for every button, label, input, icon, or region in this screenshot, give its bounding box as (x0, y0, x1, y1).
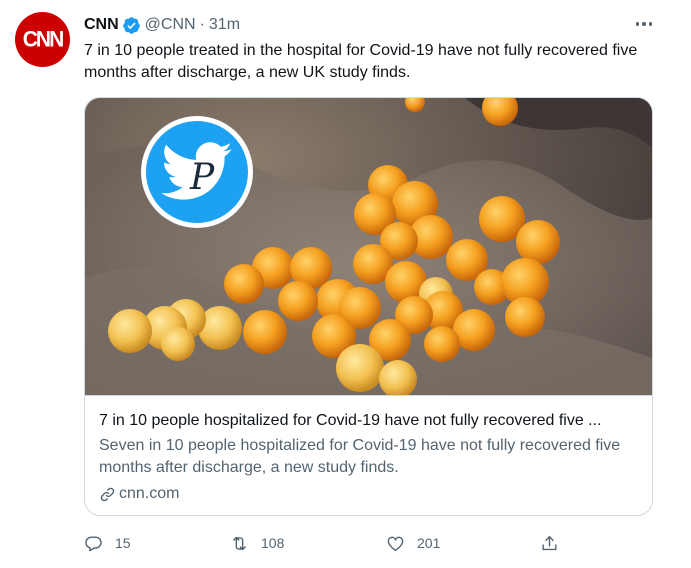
tweet-header: CNN @CNN · 31m (84, 14, 240, 36)
tweet-actions: 15 108 201 (84, 530, 564, 556)
card-domain[interactable]: cnn.com (99, 483, 179, 505)
twitter-bird-watermark: P (141, 116, 253, 228)
author-handle[interactable]: @CNN (145, 16, 196, 34)
more-icon[interactable] (630, 12, 658, 36)
link-icon (100, 487, 115, 501)
header-separator: · (199, 16, 205, 33)
card-domain-text: cnn.com (119, 485, 180, 502)
like-count: 201 (417, 535, 441, 551)
share-icon (542, 535, 557, 550)
share-button[interactable] (540, 530, 559, 556)
reply-icon (85, 535, 102, 551)
card-title[interactable]: 7 in 10 people hospitalized for Covid-19… (99, 410, 639, 432)
card-image[interactable]: P (85, 98, 652, 395)
cnn-logo: CNN (22, 26, 64, 52)
retweet-icon (233, 536, 246, 550)
like-icon (387, 536, 404, 551)
card-description: Seven in 10 people hospitalized for Covi… (99, 437, 621, 476)
reply-count: 15 (115, 535, 131, 551)
retweet-count: 108 (261, 535, 285, 551)
tweet[interactable]: CNN CNN @CNN · 31m 7 in 10 people treate… (0, 0, 691, 568)
avatar[interactable]: CNN (15, 12, 70, 67)
card-divider (85, 395, 652, 396)
retweet-button[interactable]: 108 (230, 530, 284, 556)
reply-button[interactable]: 15 (84, 530, 131, 556)
like-button[interactable]: 201 (386, 530, 440, 556)
svg-text:P: P (189, 157, 215, 198)
author-name[interactable]: CNN (84, 16, 119, 34)
tweet-timestamp[interactable]: 31m (209, 16, 240, 34)
link-card[interactable]: P 7 in 10 people hospitalized for Covid-… (84, 97, 653, 516)
tweet-text: 7 in 10 people treated in the hospital f… (84, 42, 638, 81)
verified-badge-icon (122, 16, 141, 35)
